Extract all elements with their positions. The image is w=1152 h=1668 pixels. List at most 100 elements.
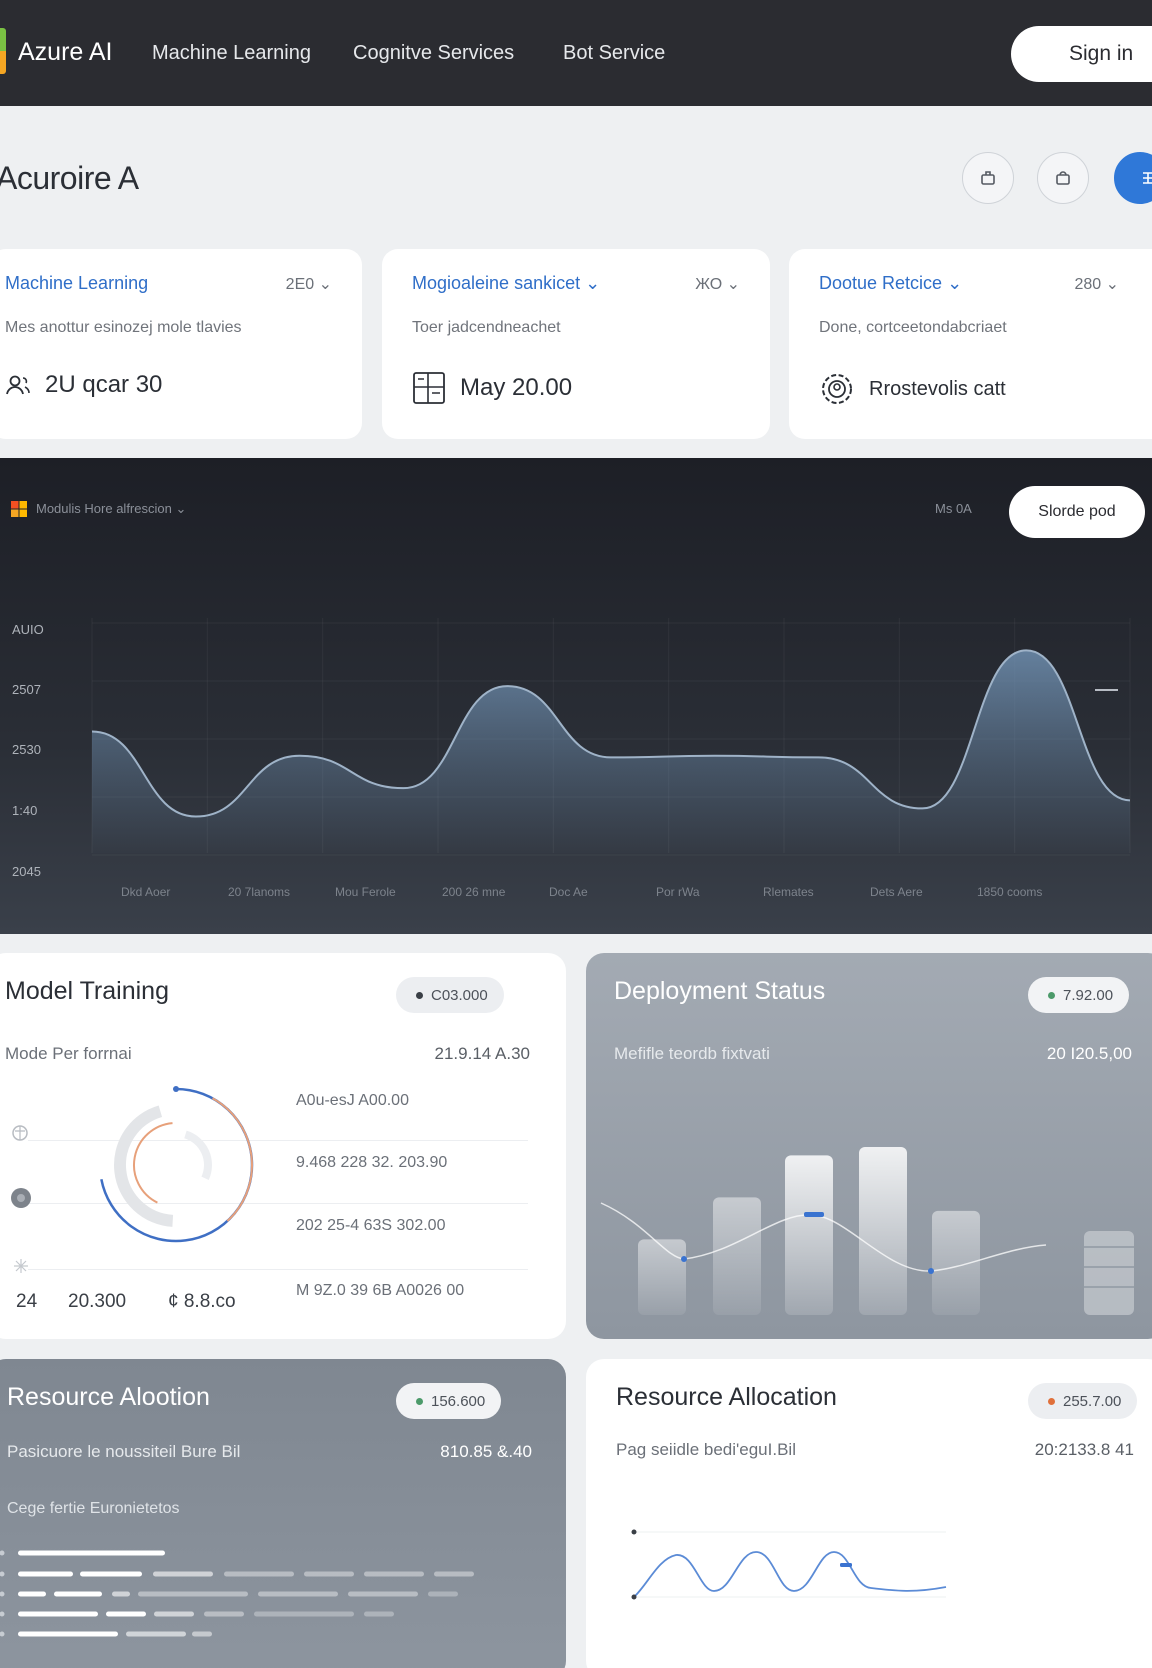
row-bullet bbox=[0, 1550, 5, 1556]
chart-legend[interactable]: Modulis Hore alfrescion ⌄ bbox=[10, 500, 186, 518]
area-chart: AUIO 2507 2530 1:40 2045 Dkd Aoer 20 7lanoms Mo… bbox=[12, 618, 1131, 899]
metric-row: M 9Z.0 39 6B A0026 00 bbox=[296, 1282, 465, 1299]
card-badge[interactable]: C03.000 bbox=[396, 977, 504, 1013]
usage-bar-segment bbox=[254, 1611, 354, 1617]
x-tick-label: Doc Ae bbox=[549, 885, 588, 899]
header-primary-button[interactable] bbox=[1114, 152, 1152, 204]
service-card-count[interactable]: 2E0 ⌄ bbox=[286, 274, 332, 294]
x-tick-label: 20 7lanoms bbox=[228, 885, 290, 899]
service-card-desc: Mes anottur esinozej mole tlavies bbox=[5, 319, 242, 336]
usage-bar-segment bbox=[192, 1631, 212, 1637]
chart-action-button[interactable]: Slorde pod bbox=[1009, 486, 1145, 538]
usage-bar-segment bbox=[154, 1611, 194, 1617]
service-card-count[interactable]: 280 ⌄ bbox=[1074, 274, 1119, 294]
usage-bar-segment bbox=[434, 1571, 474, 1577]
axis-point bbox=[631, 1594, 637, 1600]
service-card-metric-value: Rrostevolis catt bbox=[869, 377, 1006, 400]
chart-legend-label: Modulis Hore alfrescion ⌄ bbox=[36, 501, 187, 516]
row-bullet bbox=[0, 1591, 5, 1597]
nav-link-machine-learning[interactable]: Machine Learning bbox=[152, 42, 311, 65]
allocation-line bbox=[633, 1551, 947, 1598]
usage-bar-segment bbox=[428, 1591, 458, 1597]
usage-bar-segment bbox=[224, 1571, 294, 1577]
footer-stat: ¢ 8.8.co bbox=[168, 1291, 236, 1312]
ring-inner-arc bbox=[133, 1122, 173, 1204]
service-card-count[interactable]: ЖО ⌄ bbox=[695, 274, 740, 294]
deployment-bar bbox=[932, 1210, 980, 1315]
y-tick-label: 1:40 bbox=[12, 803, 37, 818]
nav-link-cognitive-services[interactable]: Cognitve Services bbox=[353, 42, 514, 65]
x-tick-label: Dets Aere bbox=[870, 885, 923, 899]
deployment-bar-chart bbox=[600, 1147, 1134, 1315]
allocation-line-chart bbox=[631, 1529, 947, 1600]
brand-name[interactable]: Azure AI bbox=[18, 38, 113, 67]
badge-dot-icon bbox=[416, 991, 423, 999]
x-tick-label: Rlemates bbox=[763, 885, 814, 899]
x-tick-label: Mou Ferole bbox=[335, 885, 396, 899]
service-card-desc: Done, cortceetondabcriaet bbox=[819, 319, 1007, 336]
service-card-metric: Rrostevolis catt bbox=[819, 371, 1006, 407]
y-tick-label: 2530 bbox=[12, 742, 41, 757]
usage-bar-segment bbox=[18, 1611, 98, 1617]
card-title: Model Training bbox=[5, 977, 169, 1005]
ring-track bbox=[114, 1105, 174, 1227]
layout-icon bbox=[413, 372, 445, 404]
sign-in-button[interactable]: Sign in bbox=[1011, 26, 1152, 82]
resource-alootion-card: Resource Alootion 156.600 Pasicuore le n… bbox=[0, 1359, 566, 1668]
status-dot-icon bbox=[11, 1188, 31, 1208]
card-value: 21.9.14 A.30 bbox=[434, 1044, 530, 1063]
badge-value: C03.000 bbox=[431, 986, 488, 1004]
x-tick-label: 200 26 mne bbox=[442, 885, 506, 899]
deployment-bar bbox=[713, 1197, 761, 1315]
service-card-cognitive[interactable]: Mogioaleine sankicet ⌄ ЖО ⌄ Toer jadcend… bbox=[382, 249, 770, 439]
ring-inner-track bbox=[184, 1130, 212, 1180]
top-navigation: Azure AI Machine Learning Cognitve Servi… bbox=[0, 0, 1152, 106]
nav-link-bot-service[interactable]: Bot Service bbox=[563, 42, 665, 65]
row-bullet bbox=[0, 1631, 5, 1637]
header-action-button-1[interactable] bbox=[962, 152, 1014, 204]
axis-point bbox=[631, 1529, 637, 1535]
usage-bar-segment bbox=[80, 1571, 142, 1577]
divider bbox=[28, 1269, 528, 1270]
bag-icon bbox=[1056, 171, 1070, 185]
service-card-name[interactable]: Dootue Retcice ⌄ bbox=[819, 273, 962, 294]
grid-icon bbox=[1143, 172, 1152, 184]
metric-row: A0u-esJ A00.00 bbox=[296, 1092, 409, 1109]
service-card-desc: Toer jadcendneachet bbox=[412, 319, 561, 336]
service-card-name[interactable]: Mogioaleine sankicet ⌄ bbox=[412, 273, 600, 294]
usage-bar-segment bbox=[106, 1611, 146, 1617]
service-card-bot[interactable]: Dootue Retcice ⌄ 280 ⌄ Done, cortceetond… bbox=[789, 249, 1152, 439]
x-tick-label: Dkd Aoer bbox=[121, 885, 170, 899]
service-card-name[interactable]: Machine Learning bbox=[5, 273, 148, 294]
usage-bar-segment bbox=[364, 1611, 394, 1617]
y-tick-label: 2507 bbox=[12, 682, 41, 697]
settings-gear-icon bbox=[822, 374, 852, 404]
footer-stat: 24 bbox=[16, 1291, 38, 1312]
page-title: Acuroire A bbox=[0, 160, 139, 196]
analytics-chart-panel: AUIO 2507 2530 1:40 2045 Dkd Aoer 20 7lanoms Mo… bbox=[0, 458, 1152, 934]
usage-bar-segment bbox=[18, 1591, 46, 1597]
trend-point bbox=[681, 1256, 687, 1262]
service-card-metric: May 20.00 bbox=[412, 371, 572, 405]
header-action-button-2[interactable] bbox=[1037, 152, 1089, 204]
service-card-machine-learning[interactable]: Machine Learning 2E0 ⌄ Mes anottur esino… bbox=[0, 249, 362, 439]
usage-bar-segment bbox=[95, 1550, 165, 1556]
row-bullet bbox=[0, 1571, 5, 1577]
metric-row: 202 25-4 63S 302.00 bbox=[296, 1217, 446, 1234]
footer-stat: 20.300 bbox=[68, 1291, 127, 1312]
usage-bar-segment bbox=[18, 1571, 73, 1577]
trend-marker bbox=[804, 1212, 824, 1217]
usage-bar-segment bbox=[348, 1591, 418, 1597]
card-subtitle: Mode Per forrnai bbox=[5, 1044, 132, 1063]
performance-ring-chart bbox=[100, 1086, 254, 1243]
box-icon bbox=[981, 171, 995, 185]
row-bullet bbox=[0, 1611, 5, 1617]
ring-marker bbox=[173, 1086, 179, 1092]
usage-bar-segment bbox=[126, 1631, 186, 1637]
ring-secondary-arc bbox=[211, 1097, 253, 1222]
x-tick-label: 1850 cooms bbox=[977, 885, 1042, 899]
model-training-card: Model Training C03.000 Mode Per forrnai … bbox=[0, 953, 566, 1339]
usage-bar-segment bbox=[304, 1571, 354, 1577]
usage-bar-segment bbox=[153, 1571, 213, 1577]
sparkle-icon bbox=[14, 1259, 28, 1273]
